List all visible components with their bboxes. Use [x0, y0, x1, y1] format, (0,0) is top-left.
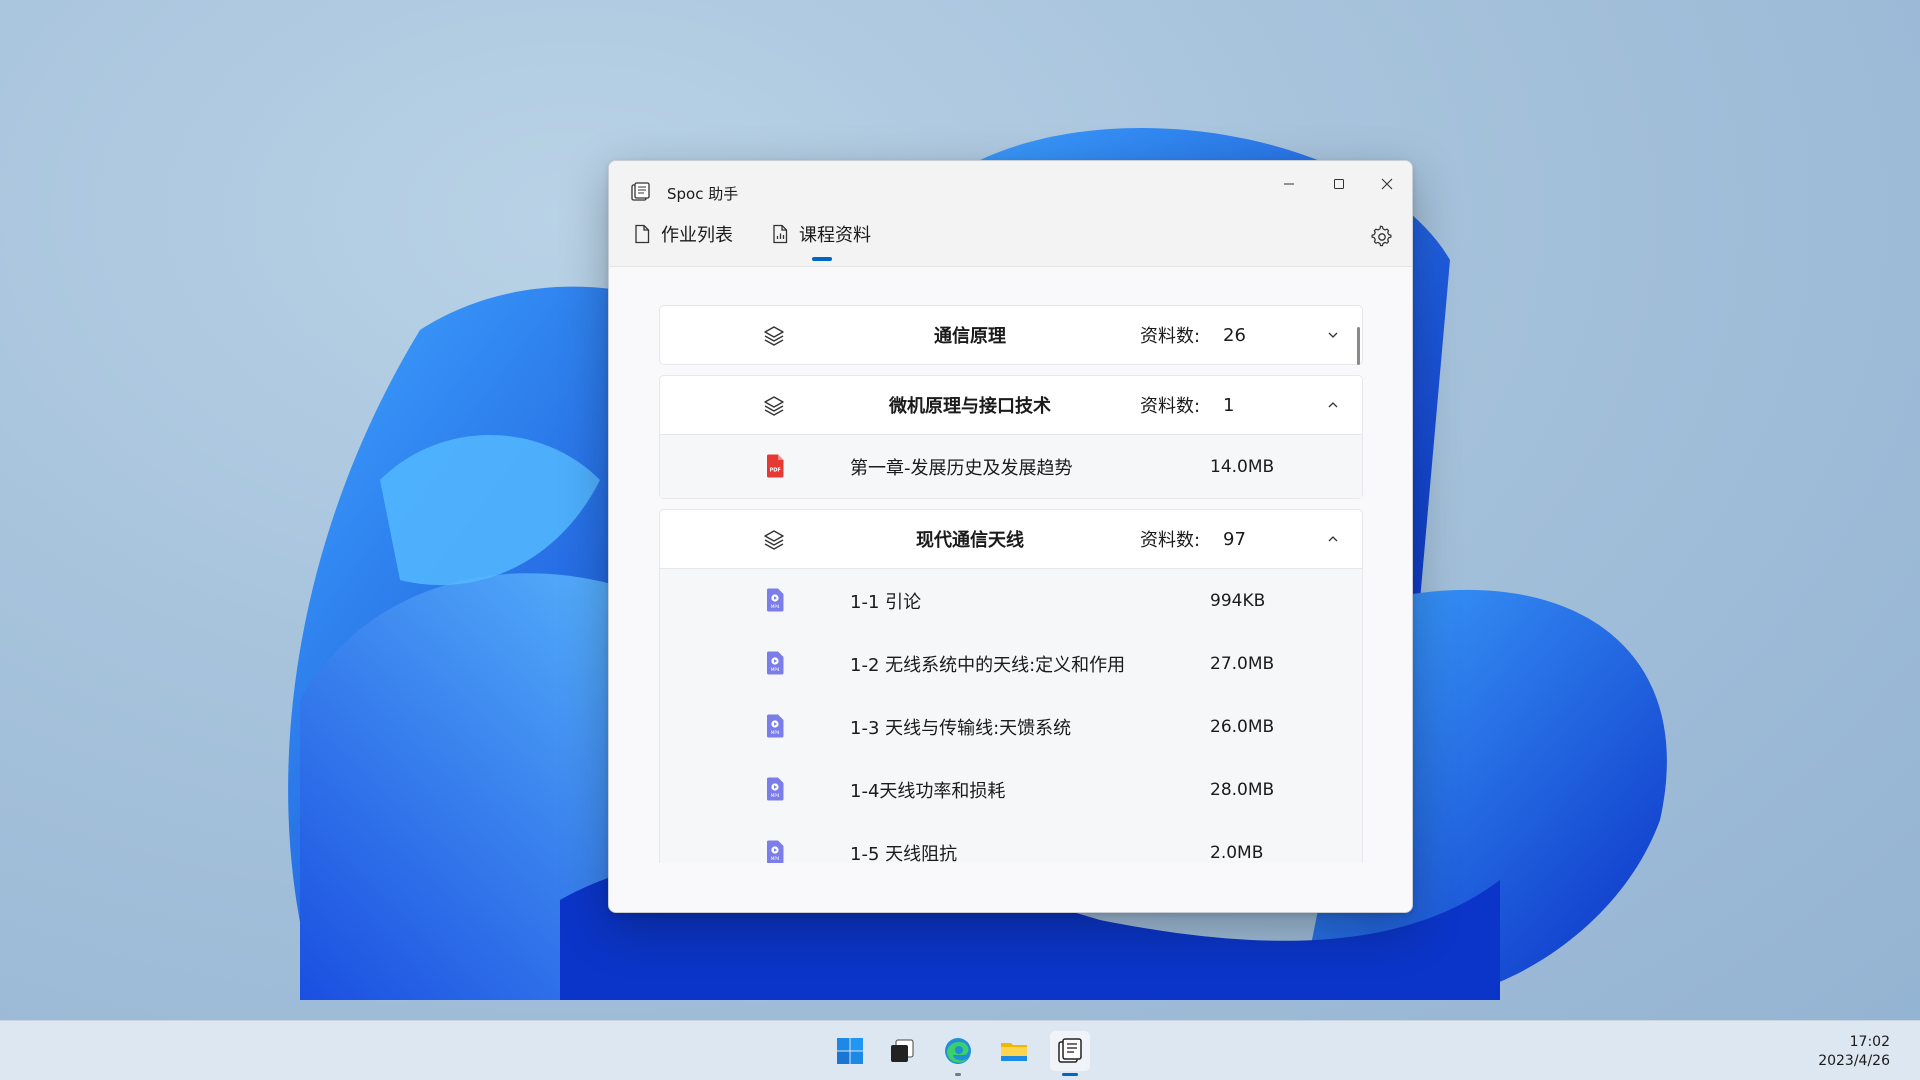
- tab-course-materials-label: 课程资料: [799, 225, 871, 246]
- file-size: 994KB: [1210, 590, 1266, 611]
- file-row[interactable]: MP4 1-2 无线系统中的天线:定义和作用 27.0MB: [660, 632, 1362, 695]
- scrollbar-thumb[interactable]: [1357, 327, 1360, 365]
- svg-text:MP4: MP4: [771, 730, 780, 735]
- file-explorer-icon: [1001, 1043, 1027, 1061]
- title-bar: Spoc 助手 作业列表 课程资料: [609, 161, 1412, 267]
- tab-assignments-label: 作业列表: [661, 225, 733, 246]
- svg-text:MP4: MP4: [771, 667, 780, 672]
- section-header[interactable]: 通信原理 资料数: 26: [660, 306, 1362, 364]
- taskbar: 17:02 2023/4/26: [0, 1020, 1920, 1080]
- section-title: 微机原理与接口技术: [889, 396, 1051, 417]
- svg-text:PDF: PDF: [770, 468, 781, 474]
- section-header[interactable]: 微机原理与接口技术 资料数: 1: [660, 376, 1362, 434]
- section-title: 通信原理: [934, 326, 1006, 347]
- tab-course-materials[interactable]: 课程资料: [771, 217, 871, 261]
- mp4-file-icon: MP4: [767, 714, 784, 738]
- file-row[interactable]: PDF 第一章-发展历史及发展趋势 14.0MB: [660, 435, 1362, 498]
- section-header[interactable]: 现代通信天线 资料数: 97: [660, 510, 1362, 568]
- mp4-file-icon: MP4: [767, 777, 784, 801]
- file-size: 27.0MB: [1210, 653, 1275, 674]
- pdf-file-icon: PDF: [767, 454, 784, 478]
- course-section: 微机原理与接口技术 资料数: 1 PDF 第一章-发展历史及发展趋势 14.0M…: [659, 375, 1363, 499]
- active-indicator: [1062, 1073, 1078, 1076]
- count-label: 资料数:: [1140, 326, 1201, 347]
- system-clock[interactable]: 17:02 2023/4/26: [1818, 1033, 1890, 1071]
- gear-icon[interactable]: [1370, 225, 1394, 249]
- file-name: 1-3 天线与传输线:天馈系统: [850, 717, 1072, 739]
- course-materials-panel: 通信原理 资料数: 26 微机原理与接口技术 资料数: 1 PDF 第一章-发展…: [609, 267, 1412, 912]
- clock-time: 17:02: [1849, 1034, 1890, 1050]
- task-view-icon: [891, 1039, 914, 1062]
- file-name: 1-5 天线阻抗: [850, 843, 958, 864]
- window-title: Spoc 助手: [667, 185, 739, 203]
- document-chart-icon: [773, 224, 788, 244]
- maximize-icon: [1334, 179, 1344, 189]
- maximize-button[interactable]: [1316, 169, 1362, 199]
- tab-bar: 作业列表 课程资料: [633, 217, 871, 261]
- spoc-taskbar-button[interactable]: [1050, 1031, 1090, 1076]
- chevron-up-icon[interactable]: [1327, 399, 1339, 411]
- file-row[interactable]: MP4 1-4天线功率和损耗 28.0MB: [660, 758, 1362, 821]
- minimize-icon: [1284, 183, 1294, 185]
- file-row[interactable]: MP4 1-3 天线与传输线:天馈系统 26.0MB: [660, 695, 1362, 758]
- layers-icon: [764, 396, 784, 416]
- file-size: 28.0MB: [1210, 779, 1275, 800]
- edge-button[interactable]: [938, 1031, 978, 1076]
- file-list: PDF 第一章-发展历史及发展趋势 14.0MB: [660, 434, 1362, 498]
- count-value: 26: [1223, 324, 1246, 346]
- file-name: 1-1 引论: [850, 591, 922, 613]
- chevron-up-icon[interactable]: [1327, 533, 1339, 545]
- file-row[interactable]: MP4 1-5 天线阻抗 2.0MB: [660, 821, 1362, 863]
- start-icon: [837, 1038, 863, 1064]
- running-indicator: [955, 1073, 961, 1076]
- layers-icon: [764, 326, 784, 346]
- chevron-down-icon[interactable]: [1327, 329, 1339, 341]
- file-name: 1-4天线功率和损耗: [850, 780, 1006, 802]
- file-list: MP4 1-1 引论 994KB MP4 1-2 无线系统中的天线:定义和作用: [660, 568, 1362, 863]
- file-size: 26.0MB: [1210, 716, 1275, 737]
- course-section: 现代通信天线 资料数: 97 MP4 1-1 引论 994KB MP4 1-2 …: [659, 509, 1363, 863]
- materials-list[interactable]: 通信原理 资料数: 26 微机原理与接口技术 资料数: 1 PDF 第一章-发展…: [659, 305, 1363, 863]
- layers-icon: [764, 530, 784, 550]
- start-button[interactable]: [830, 1031, 870, 1071]
- count-label: 资料数:: [1140, 530, 1201, 551]
- section-title: 现代通信天线: [916, 530, 1024, 551]
- edge-icon: [945, 1038, 971, 1064]
- count-value: 1: [1223, 394, 1235, 416]
- svg-text:MP4: MP4: [771, 604, 780, 609]
- svg-text:MP4: MP4: [771, 856, 780, 861]
- file-row[interactable]: MP4 1-1 引论 994KB: [660, 569, 1362, 632]
- clock-date: 2023/4/26: [1818, 1053, 1890, 1069]
- spoc-app-icon: [1058, 1038, 1082, 1063]
- close-button[interactable]: [1364, 169, 1410, 199]
- tab-assignments[interactable]: 作业列表: [633, 217, 733, 251]
- count-value: 97: [1223, 528, 1246, 550]
- svg-text:MP4: MP4: [771, 793, 780, 798]
- task-view-button[interactable]: [882, 1031, 922, 1071]
- file-name: 第一章-发展历史及发展趋势: [850, 457, 1073, 479]
- file-size: 2.0MB: [1210, 842, 1264, 863]
- course-section: 通信原理 资料数: 26: [659, 305, 1363, 365]
- mp4-file-icon: MP4: [767, 840, 784, 863]
- document-icon: [635, 224, 650, 244]
- mp4-file-icon: MP4: [767, 588, 784, 612]
- file-name: 1-2 无线系统中的天线:定义和作用: [850, 654, 1126, 676]
- mp4-file-icon: MP4: [767, 651, 784, 675]
- close-icon: [1381, 178, 1393, 190]
- file-size: 14.0MB: [1210, 456, 1275, 477]
- minimize-button[interactable]: [1266, 169, 1312, 199]
- spoc-window: Spoc 助手 作业列表 课程资料 通信原理 资料数: 26 微机原理与接口技术…: [608, 160, 1413, 913]
- file-explorer-button[interactable]: [994, 1031, 1034, 1071]
- count-label: 资料数:: [1140, 396, 1201, 417]
- spoc-app-icon: [631, 182, 650, 201]
